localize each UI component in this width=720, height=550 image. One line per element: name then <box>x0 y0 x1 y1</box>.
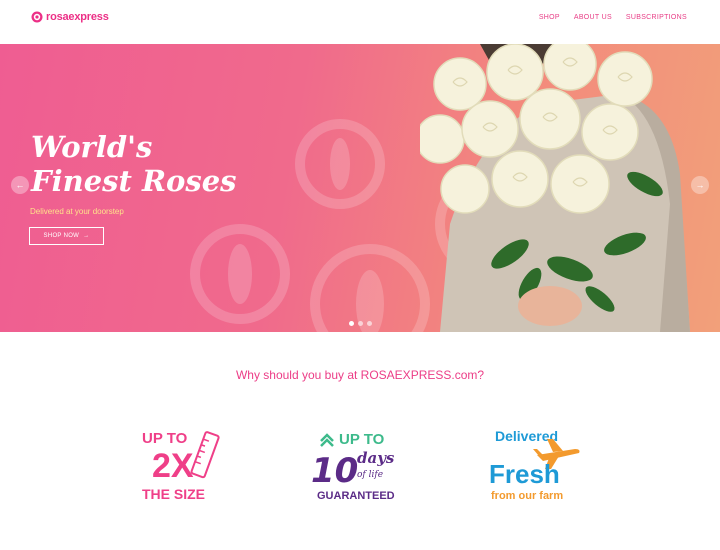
shop-now-label: SHOP NOW <box>43 233 80 239</box>
arrow-left-icon: ← <box>15 180 25 190</box>
carousel-dot-1[interactable] <box>349 321 354 326</box>
nav-shop[interactable]: SHOP <box>539 14 560 21</box>
days-line-3: GUARANTEED <box>317 490 395 502</box>
logo[interactable]: rosaexpress <box>31 11 109 23</box>
nav-subscriptions[interactable]: SUBSCRIPTIONS <box>626 14 687 21</box>
hero-title-line-1: World's <box>31 130 153 164</box>
main-nav: SHOP ABOUT US SUBSCRIPTIONS <box>539 14 687 21</box>
site-header: rosaexpress SHOP ABOUT US SUBSCRIPTIONS <box>0 0 720 44</box>
hero-title-line-2: Finest Roses <box>31 164 237 198</box>
fresh-badge-icon: Delivered Fresh from our farm <box>489 428 580 502</box>
vase-life-badge-icon: UP TO 10 days of life GUARANTEED <box>311 431 395 502</box>
carousel-prev-button[interactable]: ← <box>11 176 29 194</box>
feature-size: UP TO 2X THE SIZE <box>140 425 230 510</box>
arrow-right-icon: → <box>83 233 90 239</box>
days-number: 10 <box>311 451 358 491</box>
days-line-1: UP TO <box>339 431 385 448</box>
arrow-right-icon: → <box>695 180 705 190</box>
carousel-next-button[interactable]: → <box>691 176 709 194</box>
size-line-2: 2X <box>152 447 194 485</box>
feature-fresh: Delivered Fresh from our farm <box>487 425 587 510</box>
rose-logo-icon <box>31 11 43 23</box>
hero-carousel: World's Finest Roses Delivered at your d… <box>0 44 720 332</box>
hero-subtitle: Delivered at your doorstep <box>30 207 124 216</box>
shop-now-button[interactable]: SHOP NOW → <box>29 227 104 245</box>
of-life-label: of life <box>357 470 383 480</box>
nav-about-us[interactable]: ABOUT US <box>574 14 612 21</box>
feature-vase-life: UP TO 10 days of life GUARANTEED <box>307 425 417 510</box>
hero-title: World's Finest Roses <box>31 130 261 198</box>
fresh-line-2: Fresh <box>489 459 560 489</box>
why-buy-heading: Why should you buy at ROSAEXPRESS.com? <box>235 368 485 382</box>
days-label: days <box>357 449 395 467</box>
logo-text: rosaexpress <box>46 11 109 23</box>
size-line-1: UP TO <box>142 430 188 447</box>
size-badge-icon: UP TO 2X THE SIZE <box>142 430 220 502</box>
size-line-3: THE SIZE <box>142 486 205 502</box>
rose-bouquet-image <box>420 44 690 332</box>
carousel-dot-2[interactable] <box>358 321 363 326</box>
carousel-indicators <box>349 321 372 326</box>
carousel-dot-3[interactable] <box>367 321 372 326</box>
fresh-line-3: from our farm <box>491 490 563 502</box>
